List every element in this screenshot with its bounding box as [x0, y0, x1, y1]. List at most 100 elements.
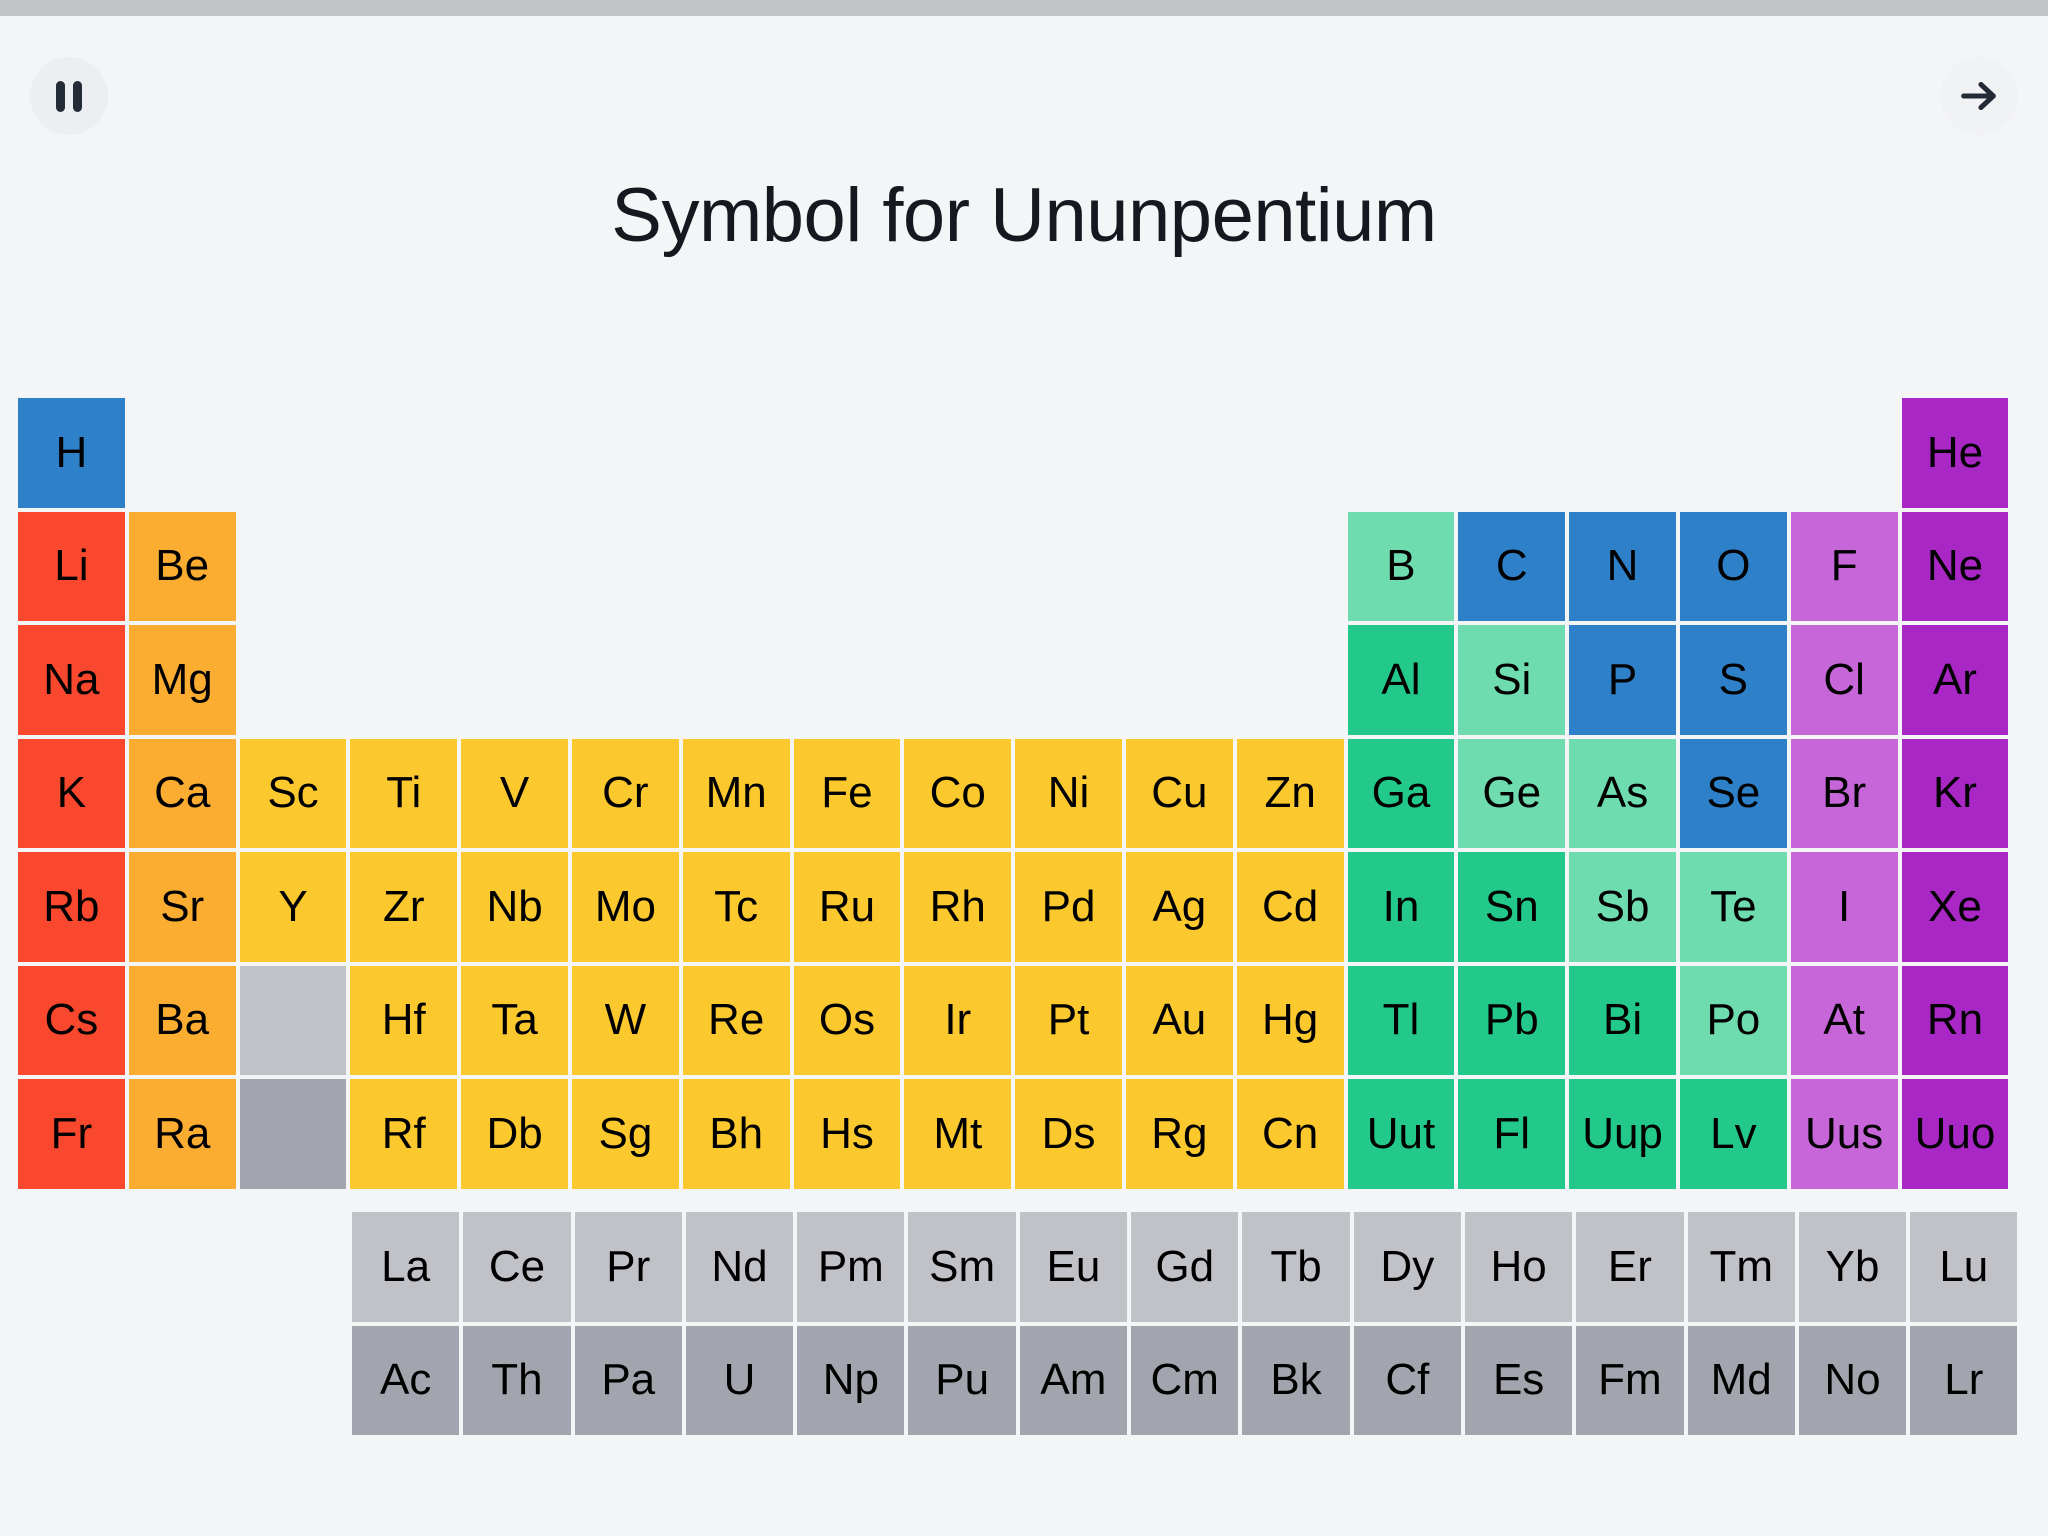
element-cell-cf[interactable]: Cf [1353, 1325, 1461, 1435]
element-cell-u[interactable]: U [685, 1325, 794, 1435]
element-cell-ce[interactable]: Ce [463, 1212, 571, 1322]
element-cell-co[interactable]: Co [904, 738, 1012, 848]
element-cell-placeholder-actinide[interactable] [239, 1079, 347, 1189]
element-cell-pb[interactable]: Pb [1458, 965, 1566, 1075]
element-cell-uus[interactable]: Uus [1790, 1079, 1898, 1189]
element-cell-uut[interactable]: Uut [1347, 1079, 1455, 1189]
element-cell-ca[interactable]: Ca [128, 738, 236, 848]
element-cell-tc[interactable]: Tc [682, 852, 790, 962]
element-cell-rf[interactable]: Rf [350, 1079, 458, 1189]
element-cell-ga[interactable]: Ga [1347, 738, 1455, 848]
element-cell-am[interactable]: Am [1019, 1325, 1128, 1435]
element-cell-pa[interactable]: Pa [574, 1325, 682, 1435]
element-cell-au[interactable]: Au [1125, 965, 1233, 1075]
pause-button[interactable] [30, 57, 108, 135]
element-cell-yb[interactable]: Yb [1798, 1212, 1907, 1322]
element-cell-fr[interactable]: Fr [18, 1079, 125, 1189]
element-cell-mo[interactable]: Mo [571, 852, 679, 962]
element-cell-hf[interactable]: Hf [350, 965, 458, 1075]
element-cell-se[interactable]: Se [1679, 738, 1787, 848]
element-cell-o[interactable]: O [1679, 511, 1787, 621]
element-cell-th[interactable]: Th [463, 1325, 571, 1435]
element-cell-mt[interactable]: Mt [904, 1079, 1012, 1189]
element-cell-hg[interactable]: Hg [1236, 965, 1344, 1075]
element-cell-rg[interactable]: Rg [1125, 1079, 1233, 1189]
element-cell-cu[interactable]: Cu [1125, 738, 1233, 848]
element-cell-hs[interactable]: Hs [793, 1079, 901, 1189]
element-cell-placeholder-lanthanide[interactable] [239, 965, 347, 1075]
element-cell-es[interactable]: Es [1464, 1325, 1573, 1435]
element-cell-tb[interactable]: Tb [1242, 1212, 1350, 1322]
element-cell-eu[interactable]: Eu [1019, 1212, 1128, 1322]
element-cell-p[interactable]: P [1569, 625, 1676, 735]
element-cell-xe[interactable]: Xe [1901, 852, 2009, 962]
element-cell-os[interactable]: Os [793, 965, 901, 1075]
element-cell-kr[interactable]: Kr [1901, 738, 2009, 848]
element-cell-w[interactable]: W [571, 965, 679, 1075]
element-cell-sc[interactable]: Sc [239, 738, 347, 848]
element-cell-bh[interactable]: Bh [682, 1079, 790, 1189]
element-cell-no[interactable]: No [1798, 1325, 1907, 1435]
element-cell-er[interactable]: Er [1576, 1212, 1684, 1322]
element-cell-zn[interactable]: Zn [1236, 738, 1344, 848]
element-cell-po[interactable]: Po [1679, 965, 1787, 1075]
element-cell-lv[interactable]: Lv [1679, 1079, 1787, 1189]
element-cell-ta[interactable]: Ta [461, 965, 568, 1075]
element-cell-k[interactable]: K [18, 738, 125, 848]
element-cell-dy[interactable]: Dy [1353, 1212, 1461, 1322]
element-cell-ba[interactable]: Ba [128, 965, 236, 1075]
element-cell-cr[interactable]: Cr [571, 738, 679, 848]
element-cell-ra[interactable]: Ra [128, 1079, 236, 1189]
element-cell-ru[interactable]: Ru [793, 852, 901, 962]
element-cell-mn[interactable]: Mn [682, 738, 790, 848]
element-cell-br[interactable]: Br [1790, 738, 1898, 848]
element-cell-pr[interactable]: Pr [574, 1212, 682, 1322]
element-cell-sn[interactable]: Sn [1458, 852, 1566, 962]
element-cell-sg[interactable]: Sg [571, 1079, 679, 1189]
element-cell-la[interactable]: La [352, 1212, 460, 1322]
element-cell-zr[interactable]: Zr [350, 852, 458, 962]
element-cell-bi[interactable]: Bi [1569, 965, 1676, 1075]
element-cell-pd[interactable]: Pd [1015, 852, 1122, 962]
element-cell-rb[interactable]: Rb [18, 852, 125, 962]
element-cell-cs[interactable]: Cs [18, 965, 125, 1075]
element-cell-pu[interactable]: Pu [908, 1325, 1016, 1435]
element-cell-al[interactable]: Al [1347, 625, 1455, 735]
element-cell-as[interactable]: As [1569, 738, 1676, 848]
element-cell-gd[interactable]: Gd [1131, 1212, 1239, 1322]
element-cell-cl[interactable]: Cl [1790, 625, 1898, 735]
element-cell-be[interactable]: Be [128, 511, 236, 621]
element-cell-md[interactable]: Md [1687, 1325, 1795, 1435]
element-cell-ti[interactable]: Ti [350, 738, 458, 848]
element-cell-cm[interactable]: Cm [1131, 1325, 1239, 1435]
element-cell-tm[interactable]: Tm [1687, 1212, 1795, 1322]
element-cell-fl[interactable]: Fl [1458, 1079, 1566, 1189]
element-cell-ir[interactable]: Ir [904, 965, 1012, 1075]
element-cell-rh[interactable]: Rh [904, 852, 1012, 962]
element-cell-f[interactable]: F [1790, 511, 1898, 621]
element-cell-h[interactable]: H [18, 398, 125, 508]
element-cell-ho[interactable]: Ho [1464, 1212, 1573, 1322]
element-cell-ac[interactable]: Ac [352, 1325, 460, 1435]
element-cell-nb[interactable]: Nb [461, 852, 568, 962]
element-cell-ag[interactable]: Ag [1125, 852, 1233, 962]
element-cell-i[interactable]: I [1790, 852, 1898, 962]
element-cell-b[interactable]: B [1347, 511, 1455, 621]
element-cell-db[interactable]: Db [461, 1079, 568, 1189]
element-cell-y[interactable]: Y [239, 852, 347, 962]
element-cell-si[interactable]: Si [1458, 625, 1566, 735]
element-cell-v[interactable]: V [461, 738, 568, 848]
element-cell-pm[interactable]: Pm [797, 1212, 905, 1322]
element-cell-fe[interactable]: Fe [793, 738, 901, 848]
element-cell-np[interactable]: Np [797, 1325, 905, 1435]
element-cell-ar[interactable]: Ar [1901, 625, 2009, 735]
element-cell-tl[interactable]: Tl [1347, 965, 1455, 1075]
element-cell-uup[interactable]: Uup [1569, 1079, 1676, 1189]
element-cell-sm[interactable]: Sm [908, 1212, 1016, 1322]
element-cell-ds[interactable]: Ds [1015, 1079, 1122, 1189]
element-cell-s[interactable]: S [1679, 625, 1787, 735]
element-cell-te[interactable]: Te [1679, 852, 1787, 962]
element-cell-n[interactable]: N [1569, 511, 1676, 621]
element-cell-cd[interactable]: Cd [1236, 852, 1344, 962]
element-cell-c[interactable]: C [1458, 511, 1566, 621]
